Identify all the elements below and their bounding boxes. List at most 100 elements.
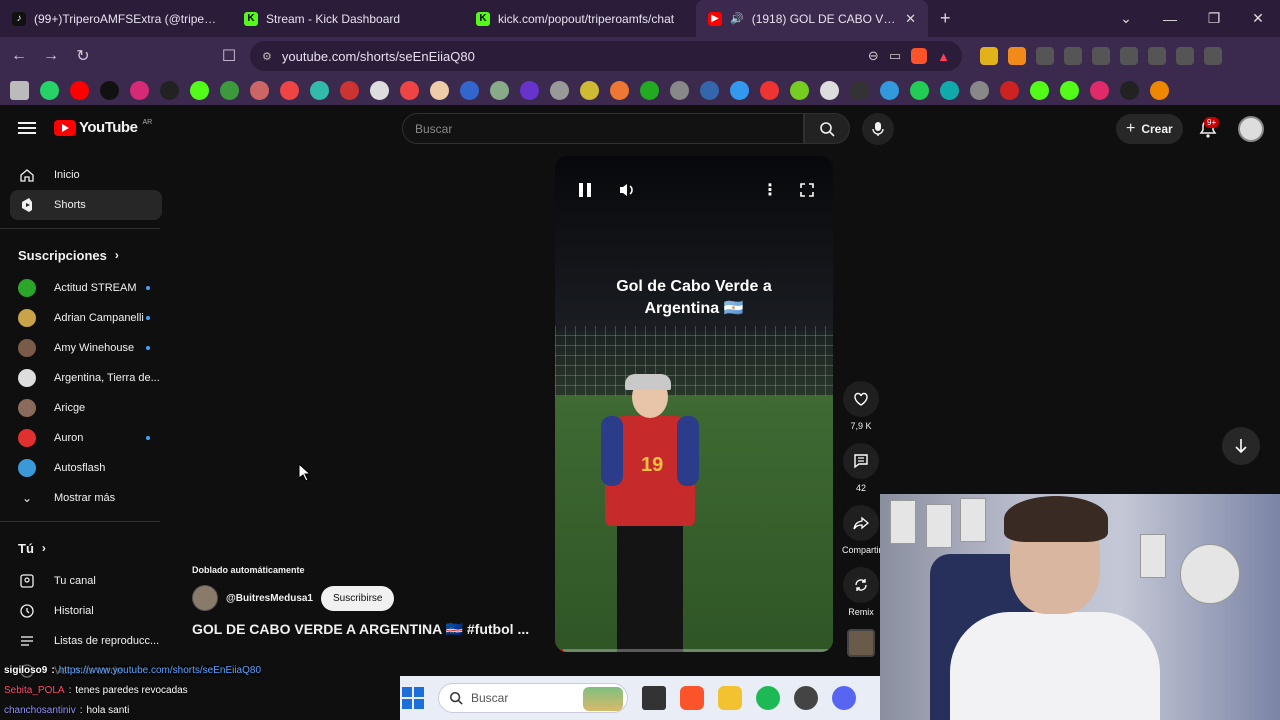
bookmark-icon[interactable] (1150, 80, 1169, 100)
bookmark-icon[interactable] (490, 80, 509, 100)
bookmark-icon[interactable] (1120, 80, 1139, 100)
bookmark-icon[interactable] (1000, 80, 1019, 100)
puzzle-icon[interactable] (1036, 47, 1054, 65)
new-tab-icon[interactable]: + (928, 8, 963, 29)
volume-icon[interactable] (615, 178, 639, 202)
apps-icon[interactable] (10, 80, 29, 100)
video-progress-bar[interactable] (555, 649, 833, 652)
avatar[interactable] (1238, 116, 1264, 142)
search-button[interactable] (804, 113, 850, 144)
kick-bookmark-icon[interactable] (1030, 80, 1049, 100)
sidebar-sub-autosflash[interactable]: Autosflash (10, 453, 162, 483)
sidebar-sub-adrian-campanelli[interactable]: Adrian Campanelli (10, 303, 162, 333)
menu-icon[interactable] (1204, 47, 1222, 65)
sidebar-item-shorts[interactable]: Shorts (10, 190, 162, 220)
browser-tab-4-active[interactable]: ▶ 🔊 (1918) GOL DE CABO VERDE A ✕ (696, 0, 928, 37)
spotify-icon[interactable] (756, 686, 780, 710)
bookmark-icon[interactable] (820, 80, 839, 100)
file-explorer-icon[interactable] (718, 686, 742, 710)
url-field[interactable]: ⚙ youtube.com/shorts/seEnEiiaQ80 ⊖ ▭ ▲ (250, 41, 962, 71)
bookmark-icon[interactable] (610, 80, 629, 100)
minimize-icon[interactable]: — (1148, 11, 1192, 27)
hamburger-menu-icon[interactable] (18, 119, 36, 137)
search-input[interactable]: Buscar (402, 113, 804, 144)
zoom-icon[interactable]: ⊖ (868, 48, 879, 64)
sound-thumbnail[interactable] (847, 629, 875, 657)
browser-tab-1[interactable]: ♪ (99+)TriperoAMFSExtra (@triperoamf (0, 0, 232, 37)
instagram-icon[interactable] (130, 80, 149, 100)
bookmark-icon[interactable] (670, 80, 689, 100)
sidebar-item-inicio[interactable]: Inicio (10, 160, 162, 190)
youtube-logo[interactable]: YouTube AR (54, 119, 152, 136)
voice-search-button[interactable] (862, 113, 894, 145)
wallet-icon[interactable] (1120, 47, 1138, 65)
reload-icon[interactable]: ↻ (72, 46, 94, 66)
leo-icon[interactable] (1148, 47, 1166, 65)
bookmark-icon[interactable] (790, 80, 809, 100)
sidebar-sub-aricge[interactable]: Aricge (10, 393, 162, 423)
bookmark-icon[interactable]: ☐ (218, 46, 240, 66)
youtube-bookmark-icon[interactable] (70, 80, 89, 100)
pause-icon[interactable] (573, 178, 597, 202)
remix-button[interactable] (843, 567, 879, 603)
bookmark-icon[interactable] (520, 80, 539, 100)
tab-list-icon[interactable]: ⌄ (1104, 10, 1148, 27)
bookmark-icon[interactable] (880, 80, 899, 100)
bookmark-icon[interactable] (730, 80, 749, 100)
bookmark-icon[interactable] (370, 80, 389, 100)
bookmark-icon[interactable] (910, 80, 929, 100)
windows-start-icon[interactable] (402, 687, 424, 709)
short-video-player[interactable]: 19 Gol de Cabo Verde a Argentina 🇦🇷 ⋮ (555, 156, 833, 652)
more-options-icon[interactable]: ⋮ (758, 178, 782, 202)
bookmark-icon[interactable] (550, 80, 569, 100)
forward-icon[interactable]: → (40, 47, 62, 65)
kick-bookmark-icon[interactable] (1060, 80, 1079, 100)
brave-browser-icon[interactable] (680, 686, 704, 710)
close-window-icon[interactable]: ✕ (1236, 10, 1280, 27)
short-title[interactable]: GOL DE CABO VERDE A ARGENTINA 🇨🇻 #futbol… (192, 621, 532, 638)
app-icon[interactable] (794, 686, 818, 710)
browser-tab-3[interactable]: K kick.com/popout/triperoamfs/chat (464, 0, 696, 37)
sidebar-sub-auron[interactable]: Auron (10, 423, 162, 453)
bookmark-icon[interactable] (400, 80, 419, 100)
bookmark-icon[interactable] (430, 80, 449, 100)
sidebar-show-more[interactable]: ⌄ Mostrar más (10, 483, 162, 513)
bookmark-icon[interactable] (460, 80, 479, 100)
paypal-icon[interactable] (700, 80, 719, 100)
bookmark-icon[interactable] (340, 80, 359, 100)
chat-link[interactable]: https://www.youtube.com/shorts/seEnEiiaQ… (58, 664, 262, 676)
discord-icon[interactable] (832, 686, 856, 710)
bookmark-icon[interactable] (580, 80, 599, 100)
browser-tab-2[interactable]: K Stream - Kick Dashboard (232, 0, 464, 37)
bookmark-icon[interactable] (760, 80, 779, 100)
back-icon[interactable]: ← (8, 47, 30, 65)
sidebar-item-historial[interactable]: Historial (10, 596, 162, 626)
tiktok-bookmark-icon[interactable] (100, 80, 119, 100)
sidebar-sub-argentina[interactable]: Argentina, Tierra de... (10, 363, 162, 393)
whatsapp-icon[interactable] (40, 80, 59, 100)
sidebar-item-listas[interactable]: Listas de reproducc... (10, 626, 162, 656)
gmail-icon[interactable] (280, 80, 299, 100)
sidebar-sub-amy-winehouse[interactable]: Amy Winehouse (10, 333, 162, 363)
bookmark-icon[interactable] (640, 80, 659, 100)
extension-icon[interactable] (1008, 47, 1026, 65)
extension-icon[interactable] (980, 47, 998, 65)
channel-name[interactable]: @BuitresMedusa1 (226, 593, 313, 604)
close-tab-icon[interactable]: ✕ (905, 11, 916, 27)
subscribe-button[interactable]: Suscribirse (321, 585, 395, 611)
fullscreen-icon[interactable] (795, 178, 819, 202)
next-short-button[interactable] (1222, 427, 1260, 465)
brave-rewards-icon[interactable]: ▲ (937, 49, 950, 64)
task-view-icon[interactable] (642, 686, 666, 710)
bookmark-icon[interactable] (220, 80, 239, 100)
bookmark-icon[interactable] (970, 80, 989, 100)
like-button[interactable] (843, 381, 879, 417)
brave-shield-icon[interactable] (911, 48, 928, 64)
restore-icon[interactable]: ❐ (1192, 10, 1236, 27)
bookmark-icon[interactable] (850, 80, 869, 100)
site-info-icon[interactable]: ⚙ (262, 50, 272, 63)
cast-icon[interactable]: ▭ (889, 48, 901, 64)
share-button[interactable] (843, 505, 879, 541)
vpn-icon[interactable] (1176, 47, 1194, 65)
kick-bookmark-icon[interactable] (190, 80, 209, 100)
